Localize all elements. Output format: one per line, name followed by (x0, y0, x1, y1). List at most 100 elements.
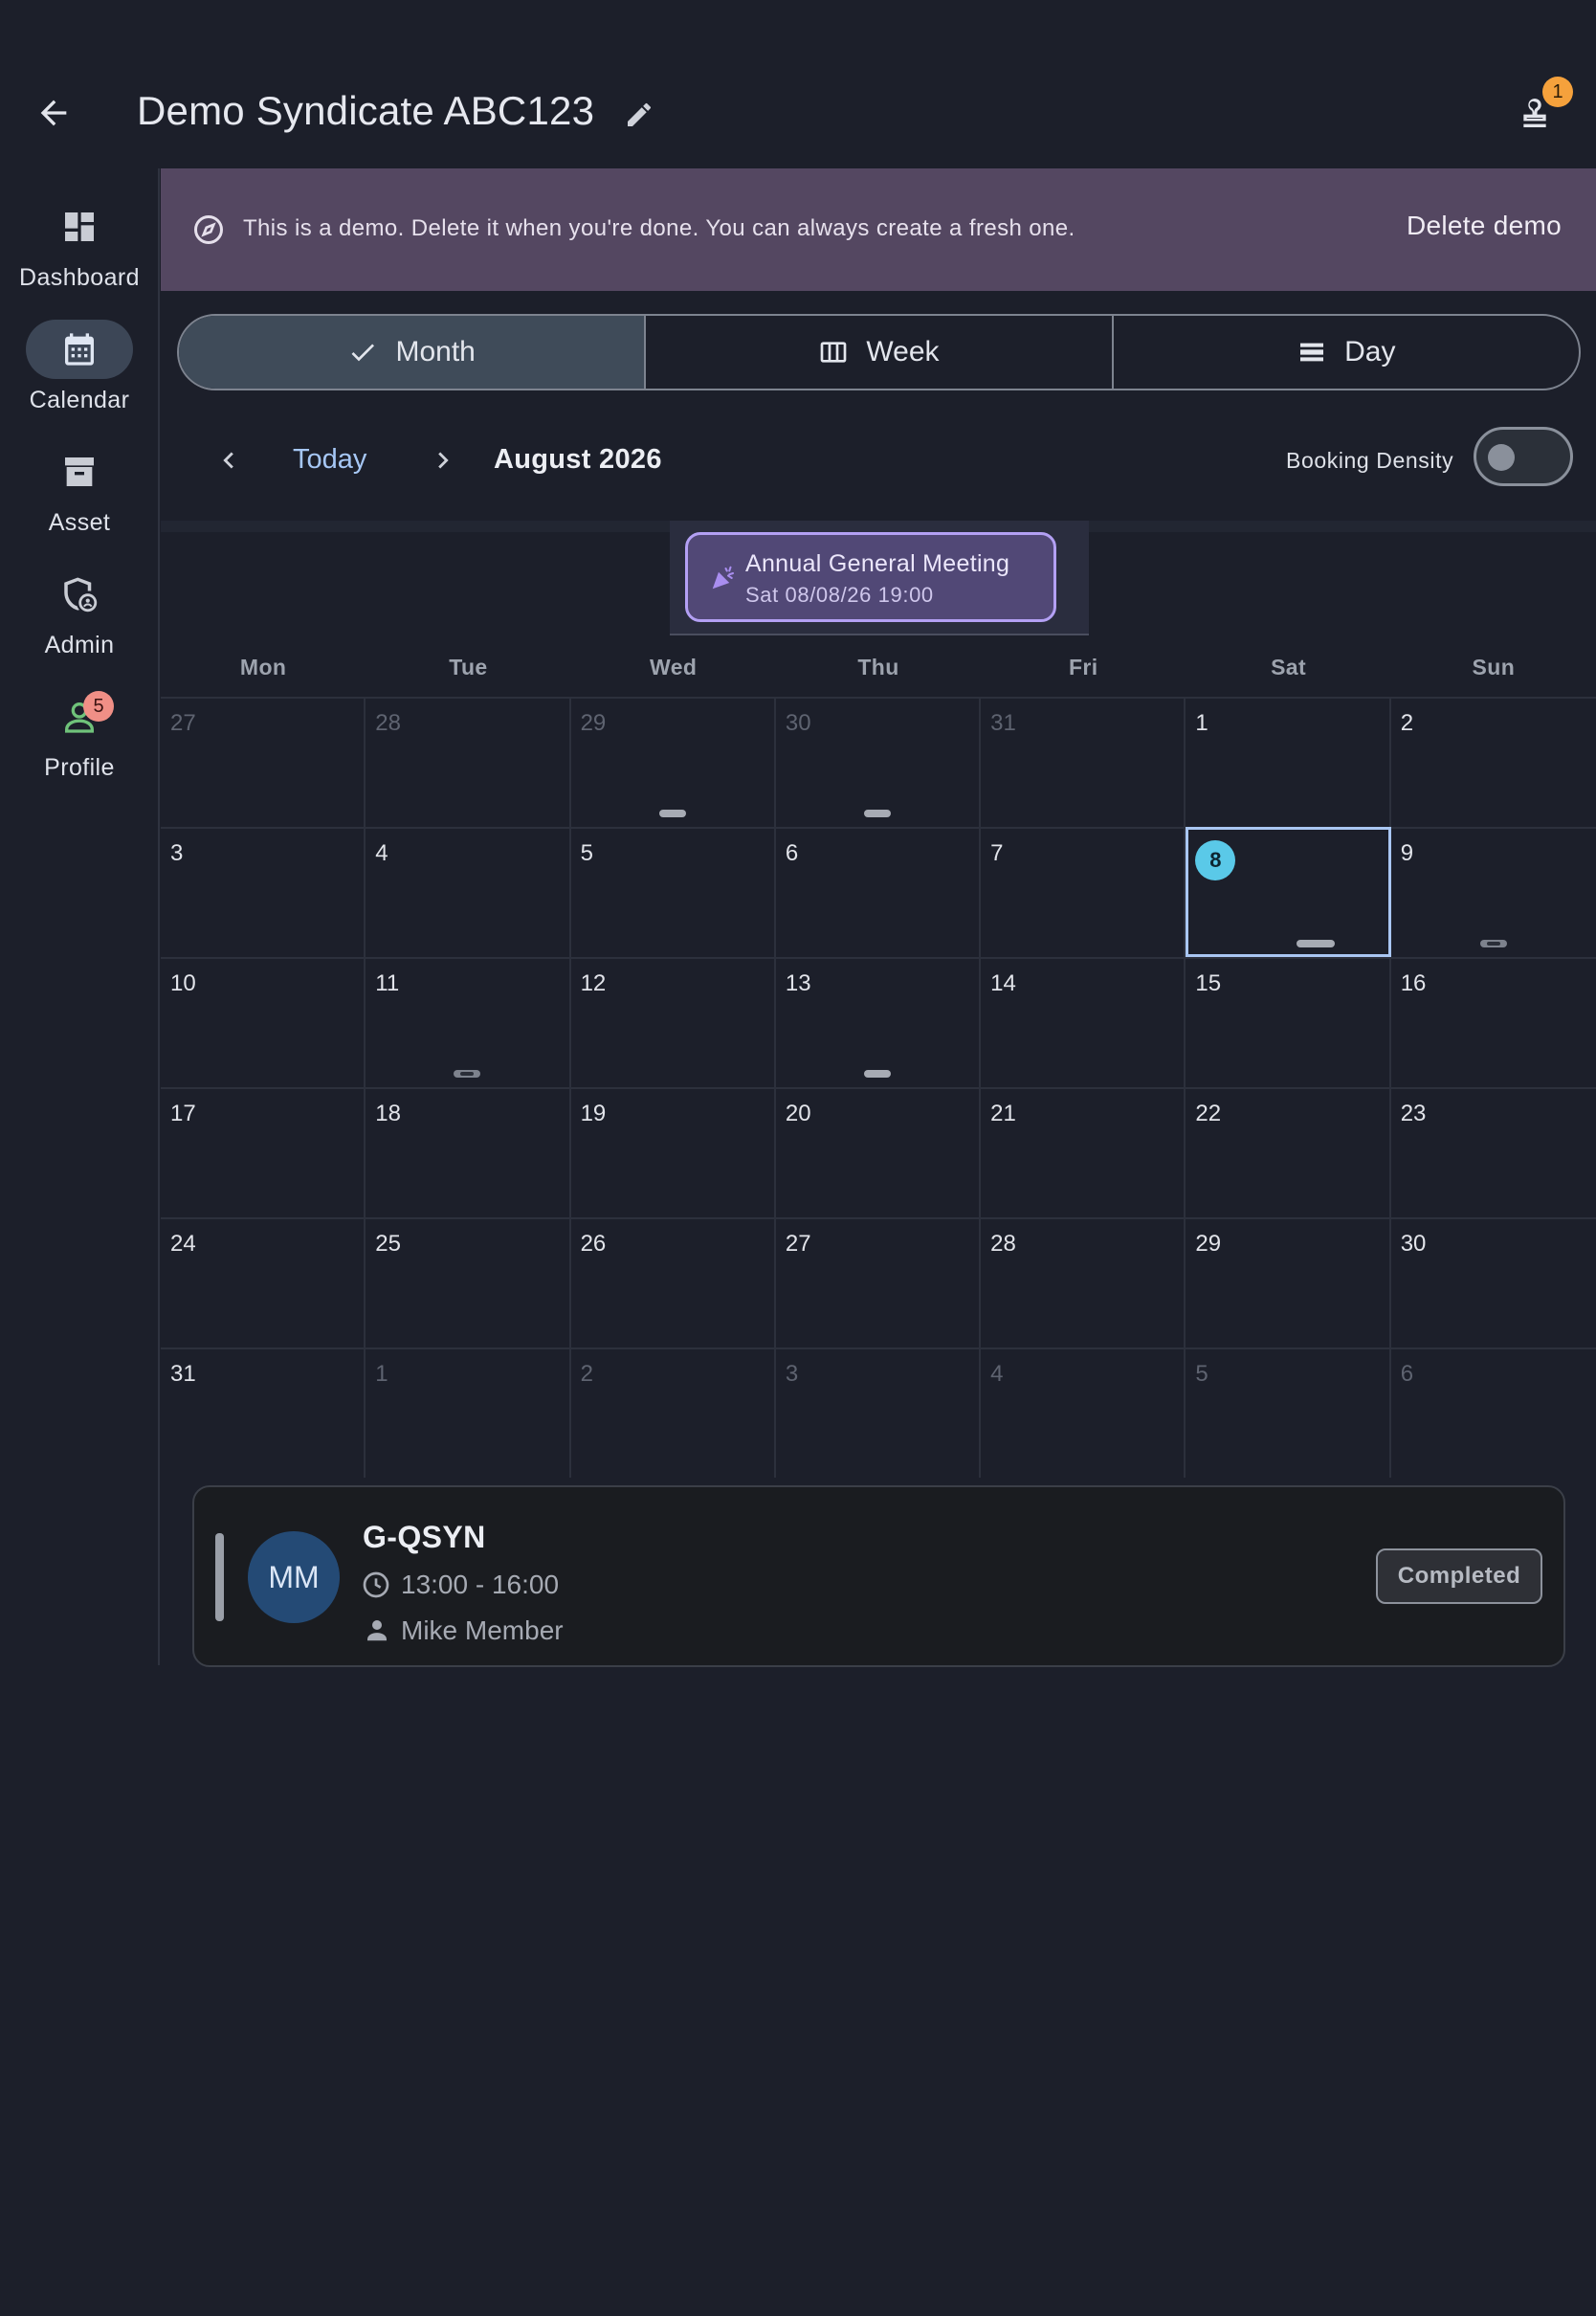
sidebar-item-asset[interactable]: Asset (0, 427, 159, 540)
status-badge: Completed (1376, 1548, 1542, 1604)
avatar: MM (248, 1531, 340, 1623)
calendar-day[interactable]: 23 (1390, 1087, 1596, 1217)
delete-demo-button[interactable]: Delete demo (1407, 211, 1562, 241)
calendar-day[interactable]: 26 (570, 1217, 776, 1347)
calendar-day[interactable]: 11 (366, 957, 571, 1087)
day-number: 14 (990, 970, 1016, 996)
calendar-day[interactable]: 25 (366, 1217, 571, 1347)
calendar-day[interactable]: 28 (981, 1217, 1186, 1347)
calendar-day[interactable]: 19 (570, 1087, 776, 1217)
view-week-button[interactable]: Week (646, 316, 1114, 389)
today-button[interactable]: Today (293, 444, 366, 476)
calendar-day[interactable]: 30 (1390, 1217, 1596, 1347)
calendar-day[interactable]: 2 (1390, 697, 1596, 827)
nav-pill (26, 320, 133, 379)
day-number: 27 (170, 710, 196, 736)
day-number: 29 (580, 710, 607, 736)
profile-badge: 5 (83, 691, 114, 722)
booking-marker (863, 810, 891, 817)
calendar-day[interactable]: 27 (161, 697, 366, 827)
calendar-icon (65, 333, 94, 366)
previous-month-button[interactable] (207, 438, 251, 482)
calendar-day[interactable]: 16 (1390, 957, 1596, 1087)
calendar-day[interactable]: 17 (161, 1087, 366, 1217)
calendar-day[interactable]: 2 (570, 1347, 776, 1478)
calendar-day[interactable]: 1 (1186, 697, 1391, 827)
day-number: 4 (990, 1361, 1004, 1387)
view-day-label: Day (1344, 336, 1396, 367)
calendar-day[interactable]: 27 (775, 1217, 982, 1347)
calendar-day[interactable]: 9 (1390, 827, 1596, 957)
calendar-day[interactable]: 1 (366, 1347, 571, 1478)
calendar-day[interactable]: 5 (570, 827, 776, 957)
party-popper-icon (712, 566, 734, 590)
calendar-day[interactable]: 30 (775, 697, 982, 827)
sidebar-item-dashboard[interactable]: Dashboard (0, 182, 159, 295)
sidebar-item-calendar[interactable]: Calendar (0, 304, 159, 417)
calendar-day[interactable]: 22 (1186, 1087, 1391, 1217)
day-number: 16 (1400, 970, 1427, 996)
calendar-day[interactable]: 4 (366, 827, 571, 957)
day-number: 20 (785, 1101, 811, 1126)
calendar-day[interactable]: 18 (366, 1087, 571, 1217)
banner-message: This is a demo. Delete it when you're do… (243, 215, 1075, 241)
calendar-day[interactable]: 10 (161, 957, 366, 1087)
back-button[interactable] (25, 84, 82, 142)
day-number: 1 (375, 1361, 388, 1387)
calendar-day[interactable]: 12 (570, 957, 776, 1087)
top-bar: Demo Syndicate ABC123 1 (0, 0, 1596, 168)
calendar-day[interactable]: 4 (981, 1347, 1186, 1478)
calendar-day[interactable]: 20 (775, 1087, 982, 1217)
view-week-icon (821, 342, 847, 363)
check-icon (352, 344, 375, 362)
day-number: 10 (170, 970, 196, 996)
weekday-label: Sat (1271, 655, 1307, 679)
calendar-day[interactable]: 6 (775, 827, 982, 957)
calendar-day[interactable]: 31 (981, 697, 1186, 827)
toggle-knob (1488, 444, 1515, 471)
day-number: 28 (375, 710, 401, 736)
day-number: 31 (170, 1361, 196, 1387)
calendar-day[interactable]: 29 (1186, 1217, 1391, 1347)
sidebar-item-admin[interactable]: Admin (0, 549, 159, 662)
calendar-day[interactable]: 28 (366, 697, 571, 827)
calendar-day[interactable]: 7 (981, 827, 1186, 957)
event-chip-agm[interactable]: Annual General Meeting Sat 08/08/26 19:0… (685, 532, 1056, 622)
sidebar-item-profile[interactable]: 5 Profile (0, 672, 159, 785)
calendar-day[interactable]: 5 (1186, 1347, 1391, 1478)
dashboard-icon (65, 212, 94, 241)
view-day-button[interactable]: Day (1114, 316, 1579, 389)
demo-banner: This is a demo. Delete it when you're do… (161, 168, 1596, 291)
edit-title-button[interactable] (616, 92, 662, 138)
calendar-day[interactable]: 13 (775, 957, 982, 1087)
day-number: 3 (170, 840, 184, 866)
calendar-day[interactable]: 14 (981, 957, 1186, 1087)
page-title: Demo Syndicate ABC123 (137, 88, 595, 133)
calendar-day[interactable]: 31 (161, 1347, 366, 1478)
booking-density-toggle[interactable] (1474, 427, 1573, 486)
calendar-day[interactable]: 3 (775, 1347, 982, 1478)
day-number: 31 (990, 710, 1016, 736)
calendar-day[interactable]: 6 (1390, 1347, 1596, 1478)
booking-aircraft: G-QSYN (363, 1520, 486, 1554)
calendar-day[interactable]: 29 (570, 697, 776, 827)
day-number: 2 (580, 1361, 593, 1387)
booking-density-label: Booking Density (1286, 448, 1454, 473)
archive-icon (65, 457, 94, 486)
calendar-day-selected[interactable]: 8 (1186, 827, 1391, 957)
sidebar-item-label: Dashboard (19, 264, 140, 291)
month-navigation: Today August 2026 Booking Density (161, 421, 1596, 498)
calendar-day[interactable]: 24 (161, 1217, 366, 1347)
calendar-day[interactable]: 3 (161, 827, 366, 957)
weekday-label: Mon (239, 655, 287, 679)
month-calendar: Annual General Meeting Sat 08/08/26 19:0… (161, 521, 1596, 1478)
day-number: 6 (1400, 1361, 1414, 1387)
view-month-button[interactable]: Month (179, 316, 647, 389)
booking-card[interactable]: MM G-QSYN 13:00 - 16:00 Mike Member Comp… (192, 1485, 1565, 1667)
calendar-day[interactable]: 21 (981, 1087, 1186, 1217)
chevron-right-icon (438, 452, 449, 469)
sidebar-item-label: Calendar (29, 387, 130, 413)
day-number: 4 (375, 840, 388, 866)
next-month-button[interactable] (421, 438, 465, 482)
calendar-day[interactable]: 15 (1186, 957, 1391, 1087)
